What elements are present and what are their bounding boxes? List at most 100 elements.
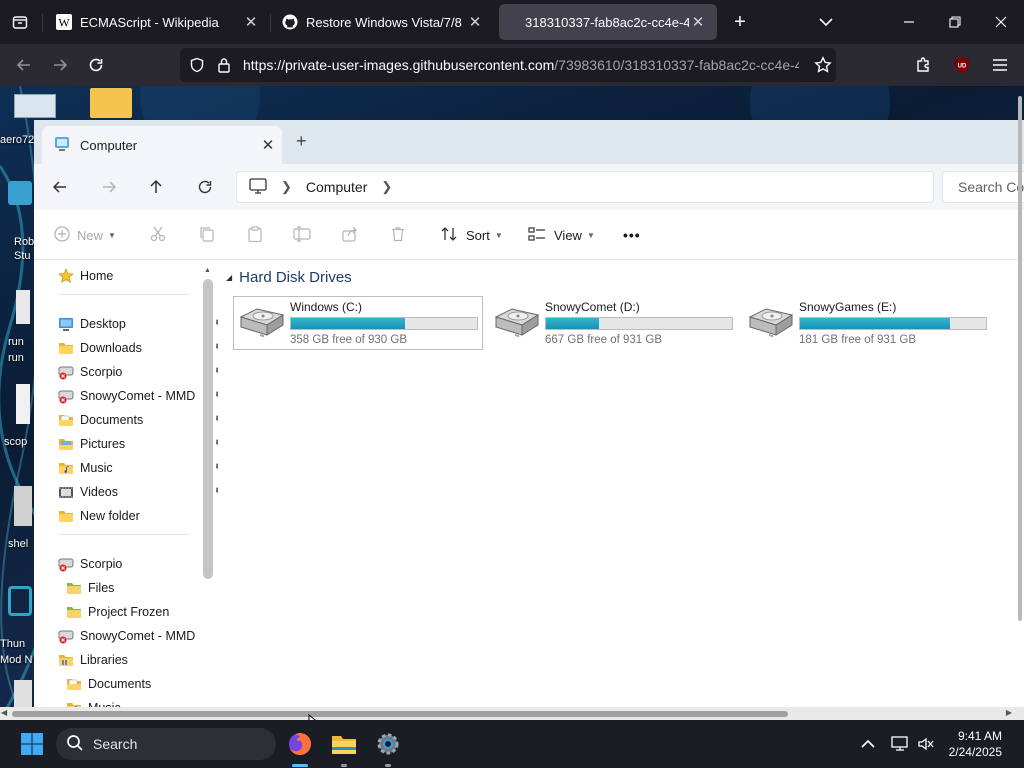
nav-item-snowycomet-mmd[interactable]: SnowyComet - MMD📌 bbox=[58, 385, 218, 407]
nav-item-project-frozen[interactable]: Project Frozen bbox=[66, 601, 218, 623]
page-vertical-scrollbar[interactable] bbox=[1016, 86, 1024, 707]
reload-icon[interactable] bbox=[82, 51, 110, 79]
tracking-shield-icon[interactable] bbox=[189, 57, 205, 76]
desktop-shortcut-icon[interactable] bbox=[14, 94, 56, 118]
desktop-app-icon[interactable] bbox=[8, 181, 32, 205]
desktop-file-icon[interactable] bbox=[16, 290, 30, 324]
new-tab-button[interactable]: + bbox=[726, 8, 754, 36]
search-input[interactable]: Search Computer bbox=[942, 171, 1024, 203]
ublock-origin-icon[interactable]: UD bbox=[948, 51, 976, 79]
restore-icon[interactable] bbox=[932, 0, 978, 44]
nav-item-files[interactable]: Files bbox=[66, 577, 218, 599]
list-all-tabs-icon[interactable] bbox=[812, 8, 840, 36]
nav-item-libraries[interactable]: Libraries bbox=[58, 649, 218, 671]
close-tab-icon[interactable]: ✕ bbox=[242, 13, 260, 31]
desktop-label[interactable]: run bbox=[8, 352, 24, 364]
nav-item-downloads[interactable]: Downloads📌 bbox=[58, 337, 218, 359]
share-button[interactable] bbox=[342, 223, 358, 247]
desktop-label[interactable]: Stu bbox=[14, 250, 31, 262]
desktop-label[interactable]: shel bbox=[8, 538, 28, 550]
back-arrow-icon[interactable] bbox=[46, 174, 74, 200]
desktop-label[interactable]: Thun bbox=[0, 638, 25, 650]
firefox-taskbar-icon[interactable] bbox=[284, 728, 316, 760]
nav-item-scorpio[interactable]: Scorpio📌 bbox=[58, 361, 218, 383]
minimize-icon[interactable] bbox=[886, 0, 932, 44]
taskbar-search-box[interactable]: Search bbox=[56, 728, 276, 760]
url-bar[interactable]: https://private-user-images.githubuserco… bbox=[180, 48, 836, 82]
desktop-app-icon[interactable] bbox=[8, 586, 32, 616]
desktop-label[interactable]: Rob bbox=[14, 236, 34, 248]
forward-arrow-icon[interactable] bbox=[46, 51, 74, 79]
explorer-tab-computer[interactable]: Computer ✕ bbox=[42, 126, 282, 164]
chevron-right-icon[interactable]: ❯ bbox=[281, 179, 292, 195]
drive-item[interactable]: SnowyComet (D:) 667 GB free of 931 GB bbox=[488, 296, 738, 350]
browser-tab-2[interactable]: Restore Windows Vista/7/8 borders ✕ bbox=[272, 4, 494, 40]
group-header[interactable]: ◢ Hard Disk Drives bbox=[226, 269, 352, 286]
rename-button[interactable] bbox=[293, 223, 311, 247]
desktop-label[interactable]: aero72 bbox=[0, 134, 34, 146]
collapse-triangle-icon[interactable]: ◢ bbox=[226, 273, 232, 282]
hamburger-menu-icon[interactable] bbox=[986, 51, 1014, 79]
back-arrow-icon[interactable] bbox=[10, 51, 38, 79]
cut-button[interactable] bbox=[150, 223, 166, 247]
delete-button[interactable] bbox=[390, 223, 406, 247]
extensions-puzzle-icon[interactable] bbox=[910, 51, 938, 79]
monitor-icon[interactable] bbox=[249, 177, 267, 197]
new-button[interactable]: New ▼ bbox=[54, 223, 116, 247]
system-clock[interactable]: 9:41 AM 2/24/2025 bbox=[949, 728, 1002, 760]
settings-gear-icon[interactable] bbox=[372, 728, 404, 760]
nav-pane-scrollbar[interactable]: ▲ bbox=[200, 261, 216, 720]
close-tab-icon[interactable]: ✕ bbox=[254, 136, 282, 154]
browser-tab-1[interactable]: W ECMAScript - Wikipedia ✕ bbox=[46, 4, 270, 40]
volume-muted-icon[interactable] bbox=[910, 728, 942, 760]
forward-arrow-icon[interactable] bbox=[95, 174, 123, 200]
nav-item-snowycomet-mmd[interactable]: SnowyComet - MMD bbox=[58, 625, 218, 647]
file-explorer-taskbar-icon[interactable] bbox=[328, 728, 360, 760]
close-tab-icon[interactable]: ✕ bbox=[466, 13, 484, 31]
copy-button[interactable] bbox=[199, 223, 215, 247]
breadcrumb[interactable]: ❯ Computer ❯ bbox=[236, 171, 934, 203]
desktop-label[interactable]: run bbox=[8, 336, 24, 348]
scrollbar-thumb[interactable] bbox=[203, 279, 213, 579]
desktop-label[interactable]: scop bbox=[4, 436, 27, 448]
scroll-left-arrow-icon[interactable]: ◀ bbox=[1, 708, 7, 717]
url-text[interactable]: https://private-user-images.githubuserco… bbox=[243, 57, 799, 73]
bookmark-star-icon[interactable] bbox=[809, 51, 837, 79]
nav-item-documents[interactable]: Documents📌 bbox=[58, 409, 218, 431]
nav-item-scorpio[interactable]: Scorpio bbox=[58, 553, 218, 575]
more-options-button[interactable]: ••• bbox=[623, 223, 641, 247]
nav-item-documents[interactable]: Documents bbox=[66, 673, 218, 695]
nav-item-pictures[interactable]: Pictures📌 bbox=[58, 433, 218, 455]
chevron-right-icon[interactable]: ❯ bbox=[381, 179, 392, 195]
desktop-file-icon[interactable] bbox=[14, 680, 32, 710]
desktop-file-icon[interactable] bbox=[14, 486, 32, 526]
desktop-label[interactable]: Mod N bbox=[0, 654, 32, 666]
nav-item-desktop[interactable]: Desktop📌 bbox=[58, 313, 218, 335]
desktop-folder-icon[interactable] bbox=[90, 88, 132, 118]
scroll-up-arrow-icon[interactable]: ▲ bbox=[204, 267, 211, 274]
breadcrumb-item-computer[interactable]: Computer bbox=[306, 179, 367, 195]
nav-item-new-folder[interactable]: New folder bbox=[58, 505, 218, 527]
new-explorer-tab-button[interactable]: + bbox=[296, 132, 312, 150]
firefox-view-icon[interactable] bbox=[6, 8, 34, 36]
browser-tab-3-active[interactable]: 318310337-fab8ac2c-cc4e-4945 ✕ bbox=[499, 4, 717, 40]
sort-button[interactable]: Sort ▼ bbox=[440, 223, 503, 247]
page-horizontal-scrollbar[interactable]: ◀ ▶ bbox=[0, 707, 1024, 720]
nav-item-videos[interactable]: Videos📌 bbox=[58, 481, 218, 503]
refresh-icon[interactable] bbox=[191, 174, 219, 200]
nav-item-music[interactable]: Music📌 bbox=[58, 457, 218, 479]
scrollbar-thumb[interactable] bbox=[12, 711, 788, 717]
scroll-right-arrow-icon[interactable]: ▶ bbox=[1006, 708, 1012, 717]
desktop-file-icon[interactable] bbox=[16, 384, 30, 424]
lock-icon[interactable] bbox=[217, 57, 231, 76]
scrollbar-thumb[interactable] bbox=[1018, 96, 1022, 621]
drive-item[interactable]: Windows (C:) 358 GB free of 930 GB bbox=[233, 296, 483, 350]
chevron-up-icon[interactable] bbox=[852, 728, 884, 760]
close-tab-icon[interactable]: ✕ bbox=[689, 13, 707, 31]
close-window-icon[interactable] bbox=[978, 0, 1024, 44]
windows-start-icon[interactable] bbox=[16, 728, 48, 760]
up-arrow-icon[interactable] bbox=[142, 174, 170, 200]
nav-item-home[interactable]: Home bbox=[58, 265, 218, 287]
drive-item[interactable]: SnowyGames (E:) 181 GB free of 931 GB bbox=[742, 296, 992, 350]
view-button[interactable]: View ▼ bbox=[528, 223, 595, 247]
